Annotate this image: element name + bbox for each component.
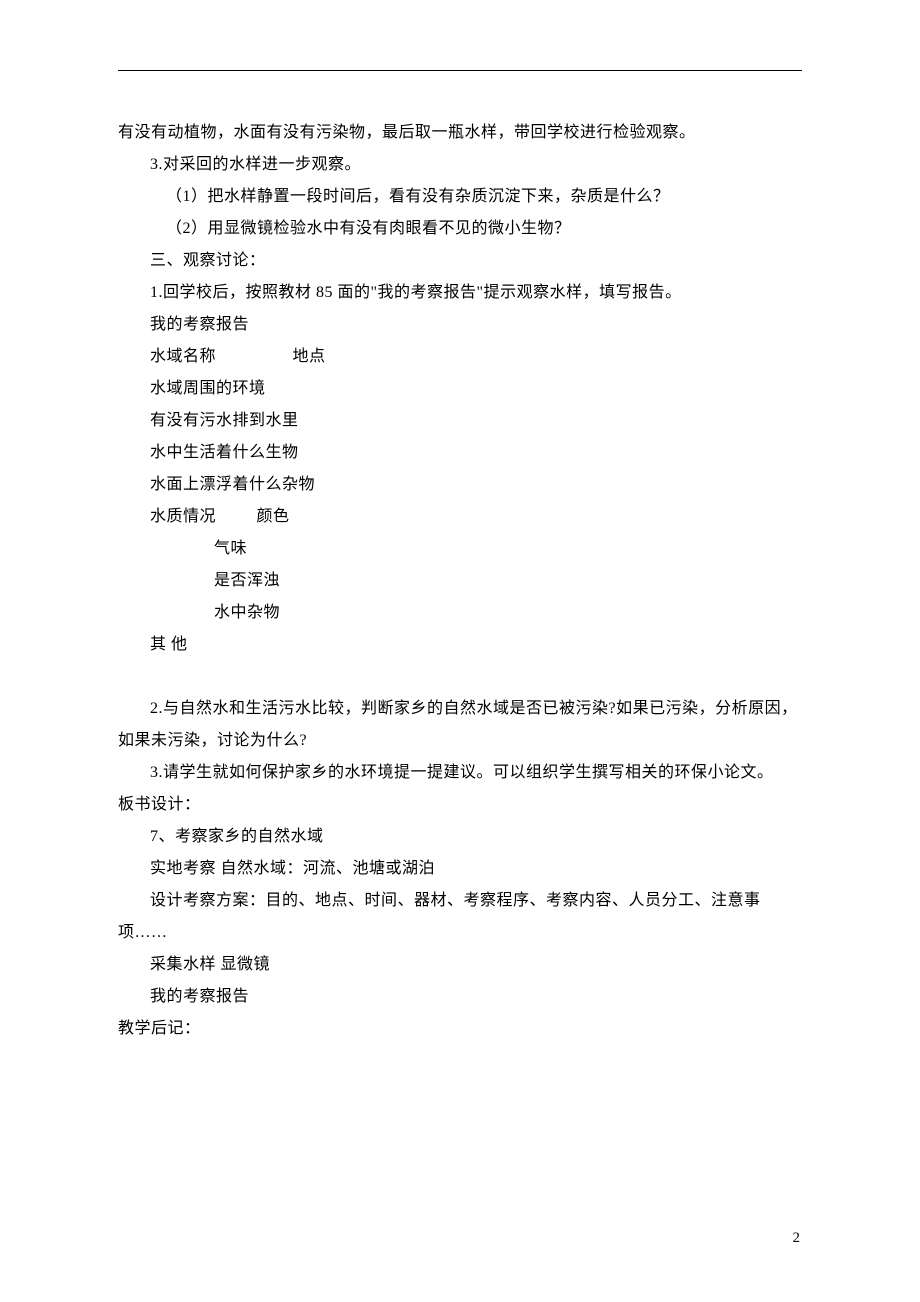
paragraph: 板书设计： [118, 789, 802, 821]
paragraph: 教学后记： [118, 1013, 802, 1045]
paragraph: 气味 [118, 533, 802, 565]
paragraph: 2.与自然水和生活污水比较，判断家乡的自然水域是否已被污染?如果已污染，分析原因… [118, 693, 802, 757]
paragraph: 其 他 [118, 629, 802, 661]
page-number: 2 [793, 1230, 801, 1247]
horizontal-rule [118, 70, 802, 71]
paragraph: 我的考察报告 [118, 309, 802, 341]
paragraph: （1）把水样静置一段时间后，看有没有杂质沉淀下来，杂质是什么？ [118, 181, 802, 213]
paragraph: 我的考察报告 [118, 981, 802, 1013]
paragraph: 1.回学校后，按照教材 85 面的"我的考察报告"提示观察水样，填写报告。 [118, 277, 802, 309]
paragraph: 三、观察讨论： [118, 245, 802, 277]
paragraph: 水质情况 颜色 [118, 501, 802, 533]
paragraph: 实地考察 自然水域：河流、池塘或湖泊 [118, 853, 802, 885]
paragraph: 水中杂物 [118, 597, 802, 629]
paragraph: 采集水样 显微镜 [118, 949, 802, 981]
paragraph: 是否浑浊 [118, 565, 802, 597]
paragraph: 7、考察家乡的自然水域 [118, 821, 802, 853]
paragraph: 设计考察方案：目的、地点、时间、器材、考察程序、考察内容、人员分工、注意事项…… [118, 885, 802, 949]
paragraph: 有没有污水排到水里 [118, 405, 802, 437]
paragraph: 水域周围的环境 [118, 373, 802, 405]
paragraph: 3.对采回的水样进一步观察。 [118, 149, 802, 181]
document-page: 有没有动植物，水面有没有污染物，最后取一瓶水样，带回学校进行检验观察。 3.对采… [0, 0, 920, 1045]
document-content: 有没有动植物，水面有没有污染物，最后取一瓶水样，带回学校进行检验观察。 3.对采… [118, 117, 802, 1045]
paragraph: 3.请学生就如何保护家乡的水环境提一提建议。可以组织学生撰写相关的环保小论文。 [118, 757, 802, 789]
paragraph: 水面上漂浮着什么杂物 [118, 469, 802, 501]
paragraph: 有没有动植物，水面有没有污染物，最后取一瓶水样，带回学校进行检验观察。 [118, 117, 802, 149]
paragraph: （2）用显微镜检验水中有没有肉眼看不见的微小生物？ [118, 213, 802, 245]
paragraph: 水域名称 地点 [118, 341, 802, 373]
paragraph [118, 661, 802, 693]
paragraph: 水中生活着什么生物 [118, 437, 802, 469]
